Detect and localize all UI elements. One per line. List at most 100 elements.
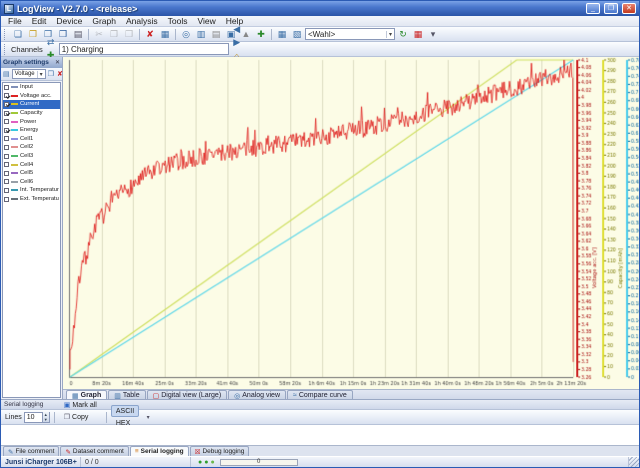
channel-checkbox[interactable] bbox=[4, 93, 9, 98]
lines-spinner[interactable]: 10 ▲▼ bbox=[24, 412, 50, 423]
graph-settings-panel: Graph settings ✕ ▤ Voltage ▾ ❒ ✘ InputVo… bbox=[1, 57, 63, 399]
menu-device[interactable]: Device bbox=[51, 16, 87, 27]
lines-value: 10 bbox=[25, 414, 42, 421]
menu-bar: FileEditDeviceGraphAnalysisToolsViewHelp bbox=[1, 16, 639, 27]
menu-analysis[interactable]: Analysis bbox=[121, 16, 163, 27]
channel-checkbox[interactable] bbox=[4, 85, 9, 90]
channel-checkbox[interactable] bbox=[4, 119, 9, 124]
tab-serial-logging[interactable]: ≡Serial logging bbox=[130, 446, 189, 456]
close-button[interactable]: ✕ bbox=[622, 3, 636, 14]
channel-label: Cell4 bbox=[20, 162, 33, 168]
channel-checkbox[interactable] bbox=[4, 179, 9, 184]
tab-debug-logging[interactable]: ☒Debug logging bbox=[190, 446, 250, 456]
mark-all-button[interactable]: ▣Mark all bbox=[59, 399, 102, 411]
maximize-button[interactable]: ❐ bbox=[604, 3, 618, 14]
save-preset-button[interactable]: ❒ bbox=[47, 69, 55, 80]
channel-item-power[interactable]: Power bbox=[3, 117, 60, 126]
channel-checkbox[interactable] bbox=[4, 111, 9, 116]
channel-checkbox[interactable] bbox=[4, 171, 9, 176]
table-view-button[interactable]: ▥ bbox=[194, 28, 208, 41]
chart-style-b-button[interactable]: ▧ bbox=[290, 28, 304, 41]
status-led-icon: ● bbox=[204, 459, 208, 466]
prev-dataset-button[interactable]: ◀ bbox=[230, 23, 244, 36]
channel-color-swatch bbox=[11, 129, 18, 131]
next-dataset-button[interactable]: ▶ bbox=[230, 36, 244, 49]
channel-color-swatch bbox=[11, 121, 18, 123]
add-marker-button[interactable]: ✚ bbox=[254, 28, 268, 41]
channel-label: Int. Temperature bbox=[20, 187, 59, 193]
channels-toolbar: Channels ⇄✚ 1) Charging ◀▶⌂▾ bbox=[1, 42, 639, 57]
channel-checkbox[interactable] bbox=[4, 145, 9, 150]
app-icon: L bbox=[4, 4, 14, 14]
tab-dataset-comment[interactable]: ✎Dataset comment bbox=[60, 446, 128, 456]
graph-settings-title: Graph settings bbox=[3, 59, 49, 66]
copy-log-button[interactable]: ❐Copy bbox=[59, 411, 102, 423]
save-all-button[interactable]: ❒ bbox=[56, 28, 70, 41]
zoom-button[interactable]: ◎ bbox=[179, 28, 193, 41]
channel-item-current[interactable]: Current bbox=[3, 100, 60, 109]
channel-item-energy[interactable]: Energy bbox=[3, 126, 60, 135]
channel-label: Cell5 bbox=[20, 170, 33, 176]
channel-label: Voltage acc. bbox=[20, 93, 52, 99]
chart-style-a-button[interactable]: ▦ bbox=[275, 28, 289, 41]
channel-checkbox[interactable] bbox=[4, 128, 9, 133]
channel-color-swatch bbox=[11, 103, 18, 105]
panel-close-icon[interactable]: ✕ bbox=[55, 59, 60, 66]
channel-item-voltage-acc-[interactable]: Voltage acc. bbox=[3, 92, 60, 101]
debug-logging-icon: ☒ bbox=[195, 448, 201, 456]
menu-file[interactable]: File bbox=[3, 16, 27, 27]
progress-value: 0 bbox=[221, 459, 297, 465]
channels-grip[interactable] bbox=[4, 44, 8, 55]
new-file-button[interactable]: ❏ bbox=[11, 28, 25, 41]
tab-file-comment[interactable]: ✎File comment bbox=[3, 446, 59, 456]
channel-item-input[interactable]: Input bbox=[3, 83, 60, 92]
channel-checkbox[interactable] bbox=[4, 154, 9, 159]
channel-item-int-temperature[interactable]: Int. Temperature bbox=[3, 186, 60, 195]
channel-item-cell1[interactable]: Cell1 bbox=[3, 135, 60, 144]
channel-checkbox[interactable] bbox=[4, 102, 9, 107]
analysis-chart-button[interactable]: ▦ bbox=[411, 28, 425, 41]
channel-checkbox[interactable] bbox=[4, 162, 9, 167]
report-button[interactable]: ▤ bbox=[209, 28, 223, 41]
ascii-toggle[interactable]: ASCII bbox=[111, 405, 139, 417]
serial-more-button[interactable]: ▾ bbox=[141, 411, 155, 424]
open-file-button[interactable]: ❐ bbox=[26, 28, 40, 41]
channel-item-cell6[interactable]: Cell6 bbox=[3, 178, 60, 187]
toolbar-grip[interactable] bbox=[4, 29, 8, 40]
menu-edit[interactable]: Edit bbox=[27, 16, 52, 27]
menu-view[interactable]: View bbox=[192, 16, 220, 27]
channel-label: Input bbox=[20, 84, 33, 90]
dataset-selector[interactable]: 1) Charging bbox=[59, 43, 229, 55]
chart-canvas[interactable] bbox=[63, 57, 639, 389]
channel-checkbox[interactable] bbox=[4, 136, 9, 141]
channel-item-cell5[interactable]: Cell5 bbox=[3, 169, 60, 178]
curve-settings-icon[interactable]: ▤ bbox=[2, 69, 11, 80]
channel-item-capacity[interactable]: Capacity bbox=[3, 109, 60, 118]
channel-checkbox[interactable] bbox=[4, 188, 9, 193]
serial-log-output[interactable] bbox=[1, 425, 639, 445]
dataset-grid-button[interactable]: ▦ bbox=[158, 28, 172, 41]
channel-item-cell3[interactable]: Cell3 bbox=[3, 152, 60, 161]
menu-tools[interactable]: Tools bbox=[163, 16, 193, 27]
spinner-arrows-icon[interactable]: ▲▼ bbox=[42, 412, 49, 422]
title-bar[interactable]: L LogView - V2.7.0 - <release> _ ❐ ✕ bbox=[1, 1, 639, 16]
channel-item-cell4[interactable]: Cell4 bbox=[3, 160, 60, 169]
scale-preset-combo[interactable]: Voltage ▾ bbox=[12, 69, 46, 79]
more-tools-button[interactable]: ▾ bbox=[426, 28, 440, 41]
resize-grip-icon[interactable] bbox=[629, 457, 639, 467]
channel-switch-button[interactable]: ⇄ bbox=[44, 36, 58, 49]
device-profile-combo[interactable]: <Wahl>▾ bbox=[305, 28, 395, 40]
channel-item-cell2[interactable]: Cell2 bbox=[3, 143, 60, 152]
cut-button: ✂ bbox=[92, 28, 106, 41]
print-button[interactable]: ▤ bbox=[71, 28, 85, 41]
channel-list: Input Voltage acc.CurrentCapacityPowerEne… bbox=[2, 82, 61, 398]
delete-dataset-button[interactable]: ✘ bbox=[143, 28, 157, 41]
channel-checkbox[interactable] bbox=[4, 197, 9, 202]
channel-label: Capacity bbox=[20, 110, 43, 116]
minimize-button[interactable]: _ bbox=[586, 3, 600, 14]
window-title: LogView - V2.7.0 - <release> bbox=[17, 4, 582, 14]
channel-item-ext-temperature[interactable]: Ext. Temperature bbox=[3, 195, 60, 204]
menu-graph[interactable]: Graph bbox=[87, 16, 121, 27]
channel-color-swatch bbox=[11, 146, 18, 148]
refresh-button[interactable]: ↻ bbox=[396, 28, 410, 41]
